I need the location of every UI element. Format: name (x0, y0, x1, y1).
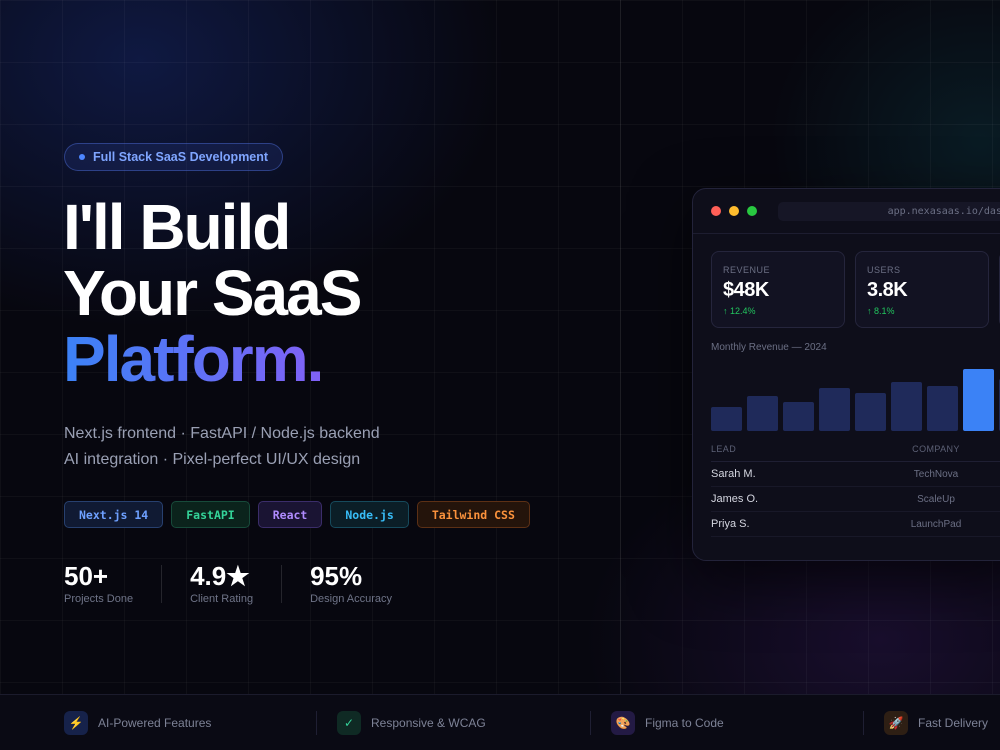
feature-label: Fast Delivery (918, 716, 989, 730)
leads-table: LEAD COMPANY Sarah M. TechNova James O. … (711, 444, 1000, 537)
stat-accuracy: 95% Design Accuracy (281, 561, 420, 605)
maximize-dot-icon[interactable] (747, 206, 757, 216)
lead-company: LaunchPad (910, 518, 962, 530)
table-header: LEAD COMPANY (711, 444, 1000, 462)
chart-bar (855, 393, 886, 431)
chart-bar (927, 386, 958, 431)
lead-name: Priya S. (711, 518, 750, 530)
kpi-label: USERS (867, 265, 901, 275)
stat-value: 50+ (64, 561, 109, 591)
tag-tailwind[interactable]: Tailwind CSS (416, 501, 530, 528)
feature-figma: 🎨 Figma to Code (611, 711, 724, 735)
dashboard-preview: app.nexasaas.io/dashb REVENUE $48K ↑ 12.… (692, 188, 1000, 561)
feature-responsive: ✓ Responsive & WCAG (337, 711, 486, 735)
feature-divider (316, 711, 317, 735)
lightning-icon: ⚡ (64, 711, 88, 735)
stat-rating: 4.9★ Client Rating (161, 561, 281, 605)
kpi-cards: REVENUE $48K ↑ 12.4% USERS 3.8K ↑ 8.1% (711, 251, 1000, 328)
lead-company: TechNova (913, 468, 959, 480)
headline-line-2: Your SaaS (63, 257, 362, 329)
kpi-label: REVENUE (723, 265, 771, 275)
check-icon: ✓ (337, 711, 361, 735)
header-company: COMPANY (912, 444, 960, 454)
chart-bar (711, 407, 742, 431)
rocket-icon: 🚀 (884, 711, 908, 735)
tag-react[interactable]: React (257, 501, 323, 528)
kpi-value: 3.8K (867, 279, 908, 301)
lead-name: Sarah M. (711, 468, 756, 480)
chart-bar (963, 369, 994, 431)
feature-divider (863, 711, 864, 735)
feature-label: Figma to Code (645, 716, 724, 730)
table-row[interactable]: Priya S. LaunchPad (711, 512, 1000, 537)
address-bar[interactable]: app.nexasaas.io/dashb (778, 202, 1000, 221)
headline-line-1: I'll Build (63, 191, 291, 263)
kpi-card-revenue: REVENUE $48K ↑ 12.4% (711, 251, 845, 328)
stat-label: Design Accuracy (310, 593, 393, 605)
subtitle-line-2: AI integration · Pixel-perfect UI/UX des… (64, 451, 361, 468)
subtitle-line-1: Next.js frontend · FastAPI / Node.js bac… (64, 425, 380, 442)
stat-label: Projects Done (64, 593, 134, 605)
hero-headline: I'll Build Your SaaS Platform. (63, 191, 362, 392)
chart-bar (783, 402, 814, 431)
lead-name: James O. (711, 493, 759, 505)
badge-dot-icon (79, 154, 85, 160)
kpi-change: ↑ 12.4% (723, 306, 756, 316)
tag-nextjs[interactable]: Next.js 14 (64, 501, 164, 528)
stat-label: Client Rating (190, 593, 254, 605)
tech-tags: Next.js 14 FastAPI React Node.js Tailwin… (64, 501, 530, 528)
chart-title: Monthly Revenue — 2024 (711, 342, 827, 353)
table-row[interactable]: James O. ScaleUp (711, 487, 1000, 512)
headline-line-3: Platform. (63, 326, 360, 392)
stat-projects: 50+ Projects Done (64, 562, 161, 605)
lead-company: ScaleUp (917, 493, 955, 505)
hero-subtitle: Next.js frontend · FastAPI / Node.js bac… (64, 421, 380, 473)
divider-line (620, 0, 621, 694)
header-lead: LEAD (711, 444, 737, 454)
hero-badge: Full Stack SaaS Development (64, 143, 284, 171)
feature-label: AI-Powered Features (98, 716, 212, 730)
chart-bar (747, 396, 778, 431)
chart-bar (819, 388, 850, 431)
feature-ai: ⚡ AI-Powered Features (64, 711, 211, 735)
kpi-card-users: USERS 3.8K ↑ 8.1% (855, 251, 989, 328)
kpi-value: $48K (723, 279, 769, 301)
minimize-dot-icon[interactable] (729, 206, 739, 216)
feature-delivery: 🚀 Fast Delivery (884, 711, 988, 735)
revenue-bar-chart (711, 369, 1000, 431)
badge-label: Full Stack SaaS Development (93, 150, 269, 164)
feature-footer: ⚡ AI-Powered Features ✓ Responsive & WCA… (0, 694, 1000, 750)
tag-nodejs[interactable]: Node.js (330, 501, 409, 528)
kpi-change: ↑ 8.1% (867, 306, 895, 316)
stat-value: 95% (310, 561, 363, 591)
close-dot-icon[interactable] (711, 206, 721, 216)
hero-stats: 50+ Projects Done 4.9★ Client Rating 95%… (64, 562, 420, 605)
feature-label: Responsive & WCAG (371, 716, 486, 730)
chart-bar (891, 382, 922, 431)
tag-fastapi[interactable]: FastAPI (171, 501, 250, 528)
palette-icon: 🎨 (611, 711, 635, 735)
table-row[interactable]: Sarah M. TechNova (711, 462, 1000, 487)
window-titlebar: app.nexasaas.io/dashb (693, 189, 1000, 234)
feature-divider (590, 711, 591, 735)
stat-value: 4.9★ (190, 561, 250, 591)
